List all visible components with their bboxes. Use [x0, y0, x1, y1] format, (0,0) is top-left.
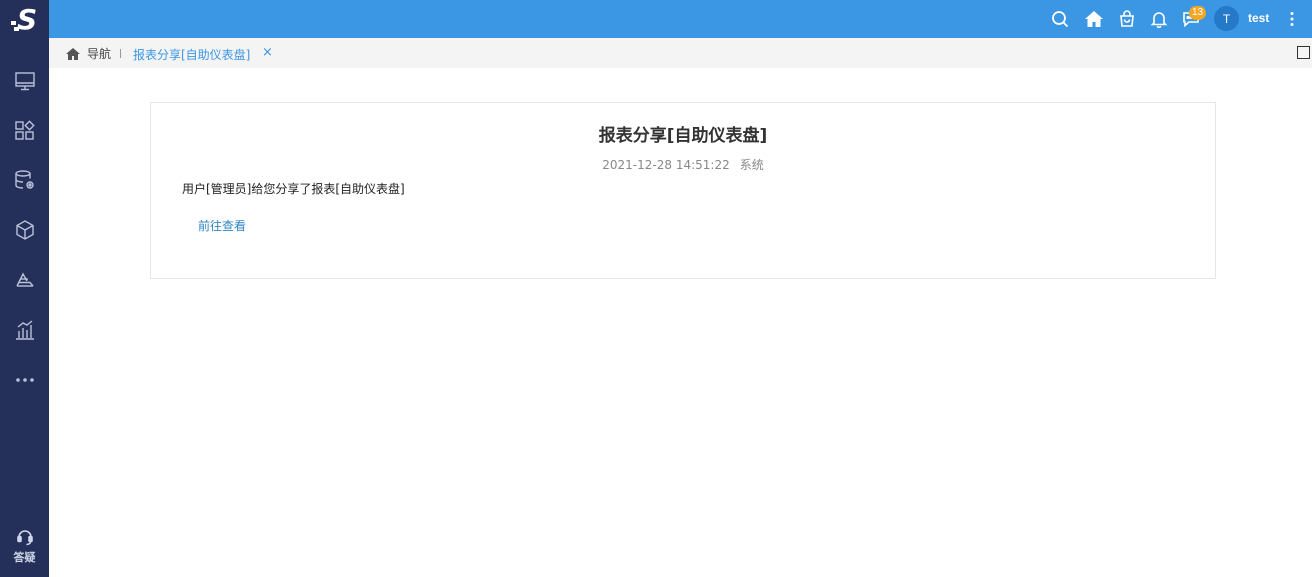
- logo-icon: S: [10, 4, 37, 34]
- bag-icon: [1120, 10, 1134, 27]
- sidebar-item-model[interactable]: [0, 210, 49, 250]
- monitor-icon: [14, 72, 35, 91]
- sidebar-item-analysis[interactable]: [0, 310, 49, 350]
- header-shop[interactable]: [1115, 7, 1139, 31]
- database-gear-icon: [14, 170, 34, 189]
- header-search[interactable]: [1048, 7, 1072, 31]
- tab-close-icon[interactable]: ×: [262, 46, 273, 60]
- tab-report-share[interactable]: 报表分享[自助仪表盘]: [133, 46, 250, 63]
- message-title: 报表分享[自助仪表盘]: [598, 126, 768, 146]
- home-icon: [1085, 11, 1103, 27]
- header-more-menu[interactable]: [1280, 7, 1304, 31]
- sidebar-item-data[interactable]: [0, 160, 49, 200]
- headset-icon: [16, 529, 33, 545]
- message-card: 报表分享[自助仪表盘] 2021-12-28 14:51:22 系统 用户[管理员…: [150, 102, 1216, 279]
- tab-home-label: 导航: [87, 47, 112, 61]
- layers-icon: [15, 272, 34, 287]
- help-button[interactable]: 答疑: [0, 520, 49, 570]
- header-notifications[interactable]: [1147, 7, 1171, 31]
- more-vertical-icon: [1290, 12, 1294, 26]
- message-sender: 系统: [739, 158, 764, 172]
- bar-chart-icon: [15, 320, 34, 340]
- sidebar: S 答疑: [0, 0, 49, 577]
- maximize-icon[interactable]: [1297, 46, 1310, 59]
- tab-home[interactable]: 导航: [65, 45, 111, 62]
- cube-icon: [15, 220, 34, 240]
- bell-icon: [1150, 12, 1168, 28]
- more-icon: [15, 378, 34, 382]
- header-home[interactable]: [1082, 7, 1106, 31]
- tab-bar: 导航 报表分享[自助仪表盘] ×: [49, 38, 1312, 68]
- sidebar-item-screen[interactable]: [0, 61, 49, 101]
- username[interactable]: test: [1248, 11, 1269, 25]
- search-icon: [1052, 11, 1069, 28]
- sidebar-item-layers[interactable]: [0, 260, 49, 300]
- message-timestamp: 2021-12-28 14:51:22: [602, 158, 730, 172]
- sidebar-item-apps[interactable]: [0, 110, 49, 150]
- avatar[interactable]: T: [1214, 6, 1239, 31]
- top-header: 13 T test: [49, 0, 1312, 38]
- message-meta: 2021-12-28 14:51:22 系统: [151, 156, 1215, 173]
- message-body: 用户[管理员]给您分享了报表[自助仪表盘]: [182, 182, 405, 196]
- help-label: 答疑: [13, 550, 36, 564]
- home-icon: [66, 47, 80, 60]
- tab-divider: [120, 49, 121, 58]
- svg-text:S: S: [17, 4, 37, 34]
- message-count-badge: 13: [1189, 6, 1207, 20]
- apps-icon: [14, 120, 35, 140]
- app-logo[interactable]: S: [0, 0, 49, 38]
- sidebar-item-more[interactable]: [0, 360, 49, 400]
- view-report-link[interactable]: 前往查看: [198, 217, 246, 234]
